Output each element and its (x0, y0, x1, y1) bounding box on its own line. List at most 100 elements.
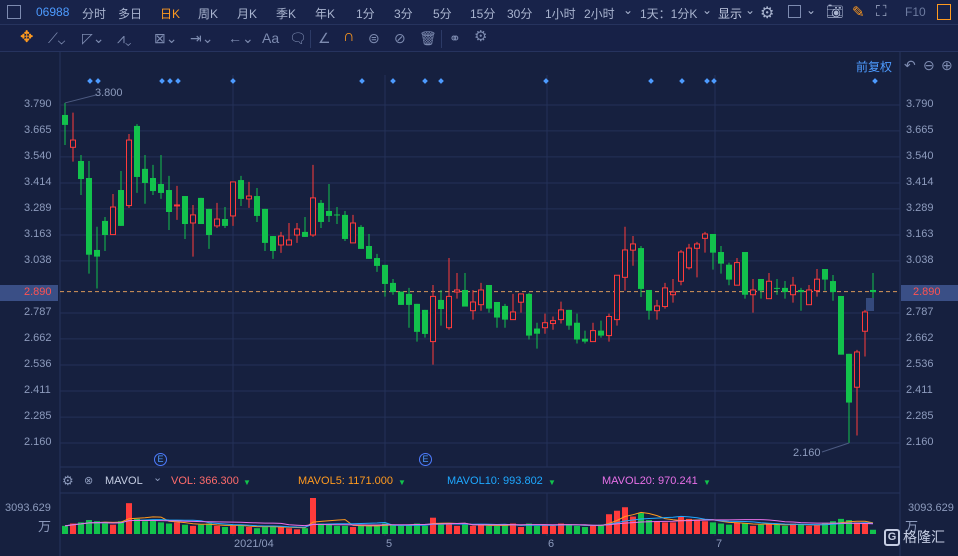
current-price-left: 2.890 (0, 285, 58, 301)
volume-bar (742, 523, 748, 534)
candle-body (870, 289, 876, 293)
volume-bar (438, 524, 444, 534)
candle-body (286, 239, 292, 246)
y-tick-label: 3.038 (906, 253, 934, 266)
candle-body (862, 311, 868, 332)
x-label: 7 (716, 538, 723, 550)
volume-bar (454, 525, 460, 534)
volume-close-icon[interactable]: ⊗ (84, 474, 93, 487)
volume-settings-icon[interactable]: ⚙ (62, 473, 74, 489)
volume-bar (670, 522, 676, 534)
candle-body (510, 311, 516, 321)
candle-body (686, 247, 692, 269)
volume-bar (294, 529, 300, 534)
candle-body (750, 289, 756, 296)
candle-body (70, 139, 76, 148)
event-marker-icon (175, 78, 181, 84)
event-marker-icon (679, 78, 685, 84)
candle-body (374, 258, 380, 266)
dropdown-arrow: ▼ (398, 478, 406, 487)
dropdown-arrow: ▼ (703, 478, 711, 487)
volume-bar (726, 524, 732, 534)
y-tick-label: 2.411 (906, 383, 933, 396)
candle-body (534, 328, 540, 334)
low-leader-line (821, 442, 850, 453)
volume-bar (694, 520, 700, 534)
volume-bar (350, 527, 356, 534)
candle-body (118, 190, 124, 226)
candle-body (182, 196, 188, 225)
candle-body (102, 220, 108, 236)
candle-body (774, 287, 780, 289)
volume-bar (702, 521, 708, 534)
volume-bar (486, 525, 492, 534)
candle-body (294, 228, 300, 236)
candle-body (566, 309, 572, 326)
candle-body (822, 269, 828, 280)
volume-bar (62, 525, 68, 534)
candle-body (446, 295, 452, 329)
y-tick-label: 3.790 (24, 98, 52, 110)
volume-bar (798, 524, 804, 534)
candle-body (830, 281, 836, 293)
candle-body (734, 262, 740, 286)
candle-body (142, 168, 148, 183)
candle-body (254, 196, 260, 216)
candle-body (614, 274, 620, 321)
y-tick-label: 2.285 (24, 410, 52, 423)
volume-bar (766, 523, 772, 534)
candle-body (766, 280, 772, 300)
volume-bar (590, 525, 596, 534)
volume-bar (534, 525, 540, 534)
candle-body (854, 351, 860, 388)
volume-bar (318, 523, 324, 534)
volume-bar (782, 525, 788, 534)
volume-bar (166, 523, 172, 534)
candle-body (502, 305, 508, 320)
candle-body (174, 204, 180, 207)
volume-bar (398, 525, 404, 534)
event-marker-icon (167, 78, 173, 84)
chevron-down-icon[interactable]: ⌄ (153, 471, 162, 484)
volume-bar (158, 522, 164, 534)
candle-body (390, 282, 396, 293)
volume-bar (838, 518, 844, 534)
candle-body (310, 197, 316, 236)
candle-body (806, 289, 812, 306)
candle-body (62, 114, 68, 125)
candle-body (494, 301, 500, 318)
volume-bar (814, 524, 820, 534)
candle-body (422, 309, 428, 334)
volume-bar (806, 525, 812, 534)
candle-body (478, 289, 484, 306)
candle-body (334, 214, 340, 216)
volume-bar (182, 524, 188, 534)
dividend-marker-icon[interactable]: E (154, 453, 167, 466)
volume-bar (278, 527, 284, 534)
volume-bar (286, 528, 292, 534)
candle-body (134, 125, 140, 177)
volume-bar (326, 524, 332, 534)
high-label: 3.800 (95, 87, 123, 99)
volume-bar (630, 516, 636, 534)
candle-body (726, 264, 732, 280)
volume-bar (574, 525, 580, 534)
candle-body (414, 303, 420, 332)
dividend-marker-icon[interactable]: E (419, 453, 432, 466)
candle-body (302, 231, 308, 237)
candle-body (126, 139, 132, 207)
candle-body (342, 214, 348, 239)
volume-bar (494, 525, 500, 534)
candle-body (318, 202, 324, 222)
volume-bar (174, 522, 180, 534)
candlestick-chart[interactable] (0, 0, 958, 556)
candle-body (630, 243, 636, 251)
candle-body (678, 251, 684, 282)
y-tick-label: 3.540 (24, 149, 52, 162)
volume-bar (582, 527, 588, 534)
volume-bar (502, 524, 508, 534)
indicator-name[interactable]: MAVOL (105, 475, 143, 487)
candle-body (838, 295, 844, 355)
vol-value: VOL: 366.300 (171, 475, 239, 487)
volume-bar (262, 527, 268, 534)
